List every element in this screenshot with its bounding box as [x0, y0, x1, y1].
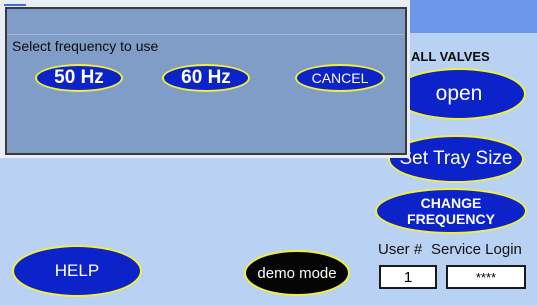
service-password-field[interactable]: ****: [446, 265, 526, 289]
open-button[interactable]: open: [392, 68, 526, 120]
frequency-50hz-button[interactable]: 50 Hz: [35, 64, 123, 92]
change-frequency-button[interactable]: CHANGE FREQUENCY: [375, 188, 527, 234]
dialog-header: [7, 9, 405, 35]
dialog-frame-right: [407, 7, 410, 157]
user-number-field[interactable]: 1: [379, 265, 437, 289]
title-accent: [4, 4, 26, 6]
valves-heading: ALL VALVES: [411, 49, 490, 64]
change-frequency-label: CHANGE FREQUENCY: [407, 195, 495, 227]
service-login-label: Service Login: [431, 241, 522, 258]
user-number-label: User #: [378, 241, 423, 258]
help-button[interactable]: HELP: [12, 245, 142, 297]
frequency-dialog: Select frequency to use 50 Hz 60 Hz CANC…: [5, 7, 407, 155]
cancel-button[interactable]: CANCEL: [295, 64, 385, 92]
frequency-60hz-button[interactable]: 60 Hz: [162, 64, 250, 92]
dialog-prompt: Select frequency to use: [12, 38, 159, 54]
demo-mode-button[interactable]: demo mode: [244, 250, 350, 296]
dialog-frame-bottom: [0, 155, 410, 158]
